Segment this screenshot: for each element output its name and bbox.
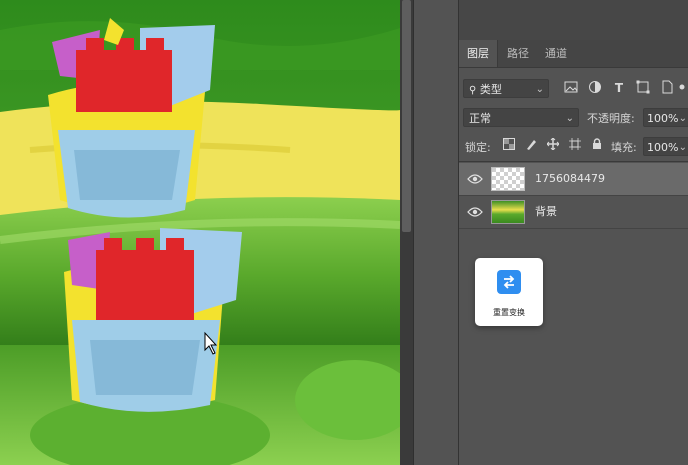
layer-name: 背景 — [535, 205, 557, 218]
layer-thumbnail-image — [491, 200, 525, 224]
layer-thumbnail-transparent — [491, 167, 525, 191]
lock-artboard-icon[interactable] — [567, 138, 583, 154]
reset-transform-button[interactable]: 重置变换 — [475, 258, 543, 326]
panel-tabs: 图层 路径 通道 — [459, 40, 688, 68]
opacity-label: 不透明度: — [587, 112, 635, 125]
eye-icon[interactable] — [467, 173, 483, 185]
panel-header-bar — [459, 0, 688, 41]
lock-label: 锁定: — [465, 141, 491, 154]
lock-all-icon[interactable] — [589, 138, 605, 154]
fill-value: 100% — [647, 141, 679, 154]
layer-row-1756084479[interactable]: 1756084479 — [459, 163, 688, 196]
canvas-image — [0, 0, 400, 465]
layer-filter-select[interactable]: ⚲ 类型 ⌄ — [463, 79, 549, 98]
divider — [459, 161, 688, 162]
filter-toggle-icon[interactable] — [677, 80, 687, 96]
chevron-down-icon: ⌄ — [565, 113, 574, 124]
opacity-input[interactable]: 100% ⌄ — [643, 108, 688, 127]
adjustment-filter-icon[interactable] — [587, 80, 603, 96]
type-filter-icon[interactable]: T — [611, 80, 627, 96]
reset-transform-icon — [497, 270, 521, 294]
smart-object-filter-icon[interactable] — [659, 80, 675, 96]
reset-transform-label: 重置变换 — [493, 308, 525, 317]
blend-mode-value: 正常 — [469, 112, 491, 125]
chevron-down-icon: ⌄ — [535, 84, 544, 95]
layer-name: 1756084479 — [535, 172, 605, 185]
panel-gutter — [413, 0, 459, 465]
blend-mode-select[interactable]: 正常 ⌄ — [463, 108, 579, 127]
opacity-value: 100% — [647, 112, 679, 125]
layers-panel: 图层 路径 通道 ⚲ 类型 ⌄ T 正常 ⌄ 不透明度: 100% ⌄ 锁定: — [458, 0, 688, 465]
layer-row-background[interactable]: 背景 — [459, 196, 688, 229]
fill-input[interactable]: 100% ⌄ — [643, 137, 688, 156]
layer-filter-label: 类型 — [479, 83, 502, 96]
eye-icon[interactable] — [467, 206, 483, 218]
canvas-scroll-thumb[interactable] — [402, 0, 411, 232]
document-canvas[interactable] — [0, 0, 400, 465]
fill-label: 填充: — [611, 141, 637, 154]
tab-paths[interactable]: 路径 — [499, 40, 537, 67]
pixel-filter-icon[interactable] — [563, 80, 579, 96]
lock-transparent-pixels-icon[interactable] — [501, 138, 517, 154]
tab-layers[interactable]: 图层 — [459, 40, 498, 67]
shape-filter-icon[interactable] — [635, 80, 651, 96]
lock-image-pixels-icon[interactable] — [523, 138, 539, 154]
tab-channels[interactable]: 通道 — [537, 40, 575, 67]
chevron-down-icon: ⌄ — [678, 113, 687, 124]
search-icon: ⚲ — [469, 85, 477, 96]
chevron-down-icon: ⌄ — [678, 142, 687, 153]
lock-position-icon[interactable] — [545, 137, 561, 154]
